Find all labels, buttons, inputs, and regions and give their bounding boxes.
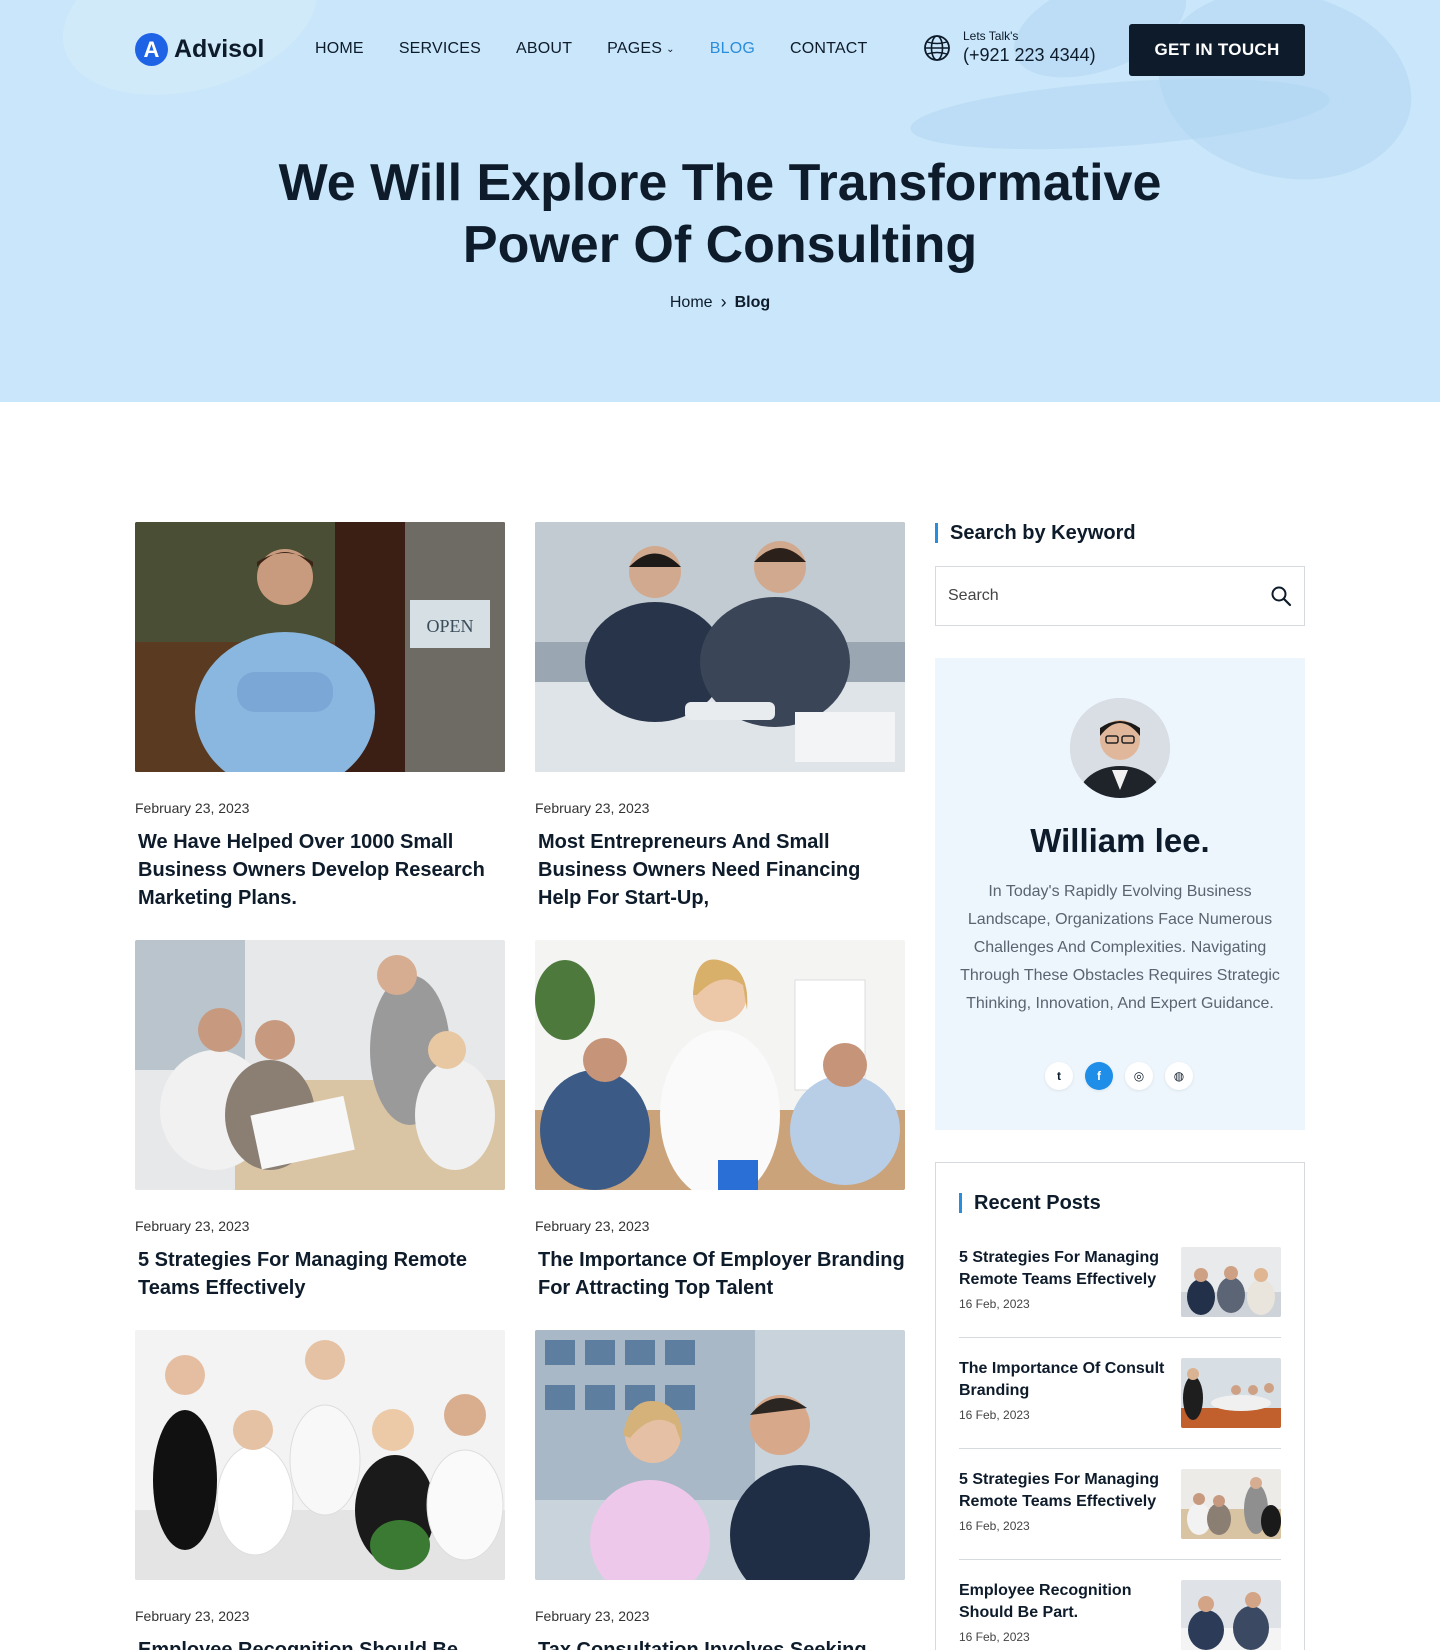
search-input[interactable] (948, 587, 1270, 605)
post-title[interactable]: Employee Recognition Should Be (135, 1636, 505, 1650)
twitter-icon[interactable]: t (1045, 1062, 1073, 1090)
blog-card[interactable]: February 23, 2023 Tax Consultation Invol… (535, 1330, 905, 1650)
recent-post-item[interactable]: The Importance Of Consult Branding 16 Fe… (959, 1358, 1281, 1430)
recent-post-title[interactable]: 5 Strategies For Managing Remote Teams E… (959, 1469, 1174, 1513)
main-nav: HOME SERVICES ABOUT PAGES ⌄ BLOG CONTACT (315, 40, 903, 58)
recent-posts: Recent Posts 5 Strategies For Managing R… (935, 1162, 1305, 1650)
instagram-icon[interactable]: ◎ (1125, 1062, 1153, 1090)
author-name: William lee. (1030, 822, 1210, 859)
divider (959, 1337, 1281, 1338)
nav-pages[interactable]: PAGES ⌄ (607, 40, 675, 58)
nav-blog[interactable]: BLOG (710, 40, 755, 58)
nav-services[interactable]: SERVICES (399, 40, 481, 58)
page-title: We Will Explore The Transformative Power… (278, 154, 1162, 274)
recent-post-thumbnail[interactable] (1181, 1358, 1281, 1428)
post-date: February 23, 2023 (535, 800, 650, 816)
blog-card[interactable]: February 23, 2023 The Importance Of Empl… (535, 940, 905, 1302)
recent-post-thumbnail[interactable] (1181, 1580, 1281, 1650)
contact-block[interactable]: Lets Talk's (+921 223 4344) (923, 29, 1096, 66)
blog-card[interactable]: February 23, 2023 5 Strategies For Manag… (135, 940, 505, 1302)
contact-phone[interactable]: (+921 223 4344) (963, 45, 1096, 66)
recent-post-title[interactable]: Employee Recognition Should Be Part. (959, 1580, 1174, 1624)
blog-card[interactable]: February 23, 2023 Most Entrepreneurs And… (535, 522, 905, 912)
svg-text:OPEN: OPEN (426, 616, 473, 636)
blog-card[interactable]: February 23, 2023 Employee Recognition S… (135, 1330, 505, 1650)
globe-icon (924, 34, 950, 61)
get-in-touch-button[interactable]: GET IN TOUCH (1129, 24, 1305, 76)
author-card: William lee. In Today's Rapidly Evolving… (935, 658, 1305, 1130)
post-image[interactable] (135, 940, 505, 1190)
recent-post-item[interactable]: Employee Recognition Should Be Part. 16 … (959, 1580, 1281, 1650)
author-bio: In Today's Rapidly Evolving Business Lan… (960, 883, 1280, 1012)
recent-post-date: 16 Feb, 2023 (959, 1408, 1030, 1422)
post-image[interactable] (535, 522, 905, 772)
social-links: t f ◎ ◍ (1045, 1062, 1193, 1090)
logo-mark: A (135, 33, 168, 66)
post-image[interactable] (535, 1330, 905, 1580)
breadcrumb-current: Blog (734, 293, 771, 311)
search-box (935, 566, 1305, 626)
recent-post-thumbnail[interactable] (1181, 1469, 1281, 1539)
logo[interactable]: A Advisol (135, 33, 264, 66)
post-date: February 23, 2023 (135, 1608, 250, 1624)
post-title[interactable]: 5 Strategies For Managing Remote Teams E… (135, 1246, 505, 1302)
recent-posts-heading: Recent Posts (959, 1193, 1101, 1213)
post-date: February 23, 2023 (535, 1608, 650, 1624)
logo-text: Advisol (174, 35, 265, 63)
post-date: February 23, 2023 (135, 800, 250, 816)
hero-banner: A Advisol HOME SERVICES ABOUT PAGES ⌄ BLO… (0, 0, 1440, 402)
breadcrumb: Home › Blog (0, 292, 1440, 313)
breadcrumb-home[interactable]: Home (670, 294, 713, 312)
post-date: February 23, 2023 (135, 1218, 250, 1234)
post-title[interactable]: We Have Helped Over 1000 Small Business … (135, 828, 505, 912)
recent-post-item[interactable]: 5 Strategies For Managing Remote Teams E… (959, 1247, 1281, 1319)
github-icon[interactable]: ◍ (1165, 1062, 1193, 1090)
post-image[interactable] (135, 1330, 505, 1580)
divider (959, 1448, 1281, 1449)
post-title[interactable]: The Importance Of Employer Branding For … (535, 1246, 905, 1302)
recent-post-date: 16 Feb, 2023 (959, 1519, 1030, 1533)
post-date: February 23, 2023 (535, 1218, 650, 1234)
chevron-down-icon: ⌄ (666, 43, 675, 55)
divider (959, 1559, 1281, 1560)
recent-post-thumbnail[interactable] (1181, 1247, 1281, 1317)
search-heading: Search by Keyword (935, 523, 1136, 543)
avatar (1070, 698, 1170, 798)
chevron-right-icon: › (720, 292, 727, 312)
contact-label: Lets Talk's (963, 29, 1019, 43)
recent-post-date: 16 Feb, 2023 (959, 1297, 1030, 1311)
search-icon[interactable] (1270, 585, 1292, 607)
site-header: A Advisol HOME SERVICES ABOUT PAGES ⌄ BLO… (0, 0, 1440, 100)
post-title[interactable]: Most Entrepreneurs And Small Business Ow… (535, 828, 905, 912)
blog-card[interactable]: OPEN February 23, 2023 We Have Helped Ov… (135, 522, 505, 912)
recent-post-title[interactable]: The Importance Of Consult Branding (959, 1358, 1174, 1402)
nav-contact[interactable]: CONTACT (790, 40, 868, 58)
post-image[interactable] (535, 940, 905, 1190)
nav-home[interactable]: HOME (315, 40, 364, 58)
recent-post-date: 16 Feb, 2023 (959, 1630, 1030, 1644)
post-title[interactable]: Tax Consultation Involves Seeking (535, 1636, 905, 1650)
recent-post-item[interactable]: 5 Strategies For Managing Remote Teams E… (959, 1469, 1281, 1541)
nav-about[interactable]: ABOUT (516, 40, 572, 58)
facebook-icon[interactable]: f (1085, 1062, 1113, 1090)
post-image[interactable]: OPEN (135, 522, 505, 772)
recent-post-title[interactable]: 5 Strategies For Managing Remote Teams E… (959, 1247, 1174, 1291)
